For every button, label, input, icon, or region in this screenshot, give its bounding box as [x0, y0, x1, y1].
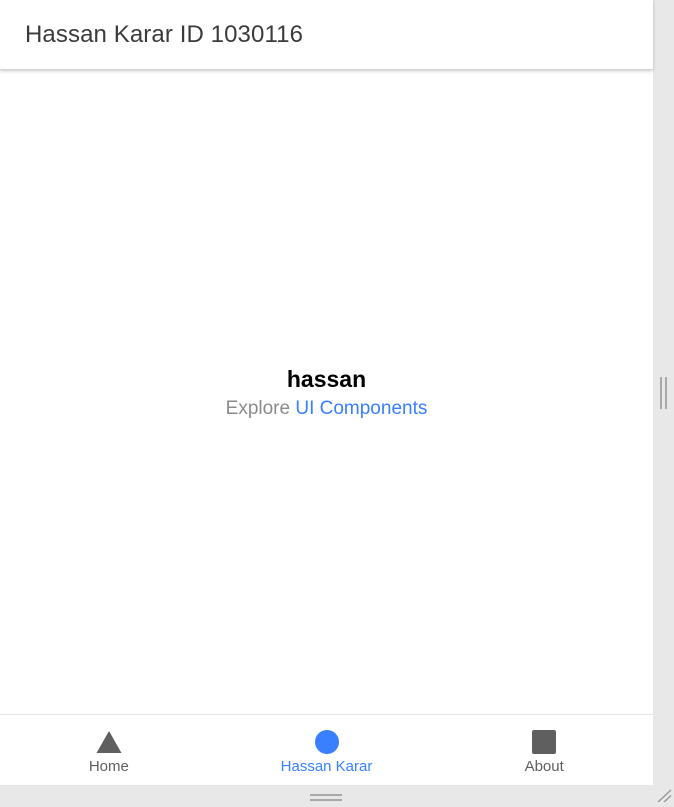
tab-home[interactable]: Home [0, 715, 218, 785]
circle-icon [314, 729, 340, 755]
content-heading: hassan [286, 366, 367, 392]
main-content: hassan Explore UI Components [0, 70, 653, 714]
square-icon [531, 729, 557, 755]
tab-about[interactable]: About [435, 715, 653, 785]
subtitle-text: Explore [225, 398, 291, 419]
tab-home-label: Home [88, 758, 129, 775]
vertical-resize-handle[interactable] [660, 377, 668, 409]
ui-components-link[interactable]: UI Components [295, 398, 427, 419]
tab-hassan-karar[interactable]: Hassan Karar [218, 715, 436, 785]
tab-about-label: About [524, 758, 564, 775]
toolbar: Hassan Karar ID 1030116 [0, 0, 653, 70]
tab-hassan-karar-label: Hassan Karar [280, 758, 373, 775]
tab-bar: Home Hassan Karar About [0, 714, 653, 785]
content-subtitle: Explore UI Components [0, 398, 653, 420]
resize-corner-icon[interactable] [654, 788, 672, 803]
page-title: Hassan Karar ID 1030116 [25, 21, 304, 48]
app-window: Hassan Karar ID 1030116 hassan Explore U… [0, 0, 653, 785]
triangle-icon [96, 729, 122, 755]
horizontal-resize-handle[interactable] [310, 794, 342, 802]
